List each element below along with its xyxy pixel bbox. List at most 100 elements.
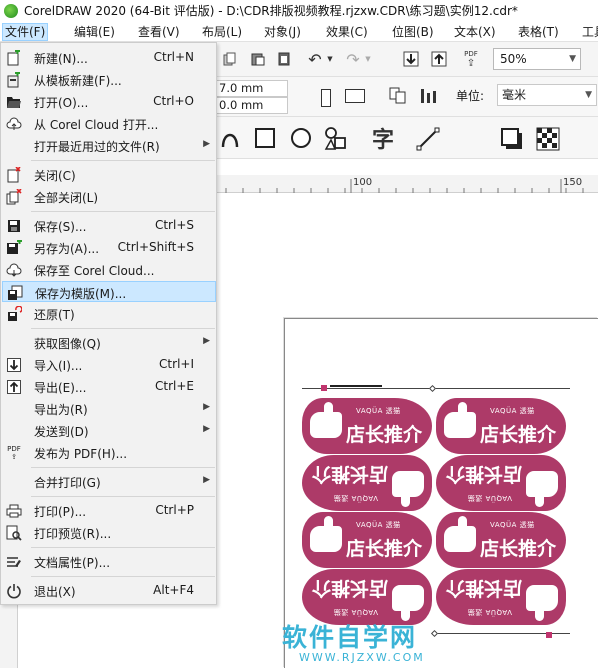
- new-doc-icon: [6, 50, 22, 66]
- revert-icon: [6, 306, 22, 322]
- menu-item-save-cloud[interactable]: 保存至 Corel Cloud...: [2, 259, 216, 280]
- copy-icon[interactable]: [222, 51, 238, 67]
- menu-item-close-all[interactable]: 全部关闭(L): [2, 186, 216, 207]
- menu-item-new[interactable]: 新建(N)... Ctrl+N: [2, 47, 216, 68]
- menu-bitmap[interactable]: 位图(B): [390, 23, 436, 41]
- clipboard-icon[interactable]: [276, 51, 292, 67]
- submenu-arrow-icon: ▶: [203, 139, 210, 149]
- menu-item-save-as[interactable]: 另存为(A)... Ctrl+Shift+S: [2, 237, 216, 258]
- menu-item-new-from-template[interactable]: 从模板新建(F)...: [2, 69, 216, 90]
- poster-tile[interactable]: VAQÜA 透猫 店长推介: [436, 398, 566, 454]
- portrait-page-icon[interactable]: [320, 88, 332, 108]
- bezier-tool-icon[interactable]: [218, 125, 242, 151]
- file-menu-dropdown: 新建(N)... Ctrl+N 从模板新建(F)... 打开(O)... Ctr…: [0, 42, 217, 605]
- menu-item-print[interactable]: 打印(P)... Ctrl+P: [2, 500, 216, 521]
- close-doc-icon: [6, 167, 22, 183]
- menu-table[interactable]: 表格(T): [516, 23, 561, 41]
- poster-brand: VAQÜA 透猫: [356, 407, 401, 415]
- menu-item-recent-files[interactable]: 打开最近用过的文件(R) ▶: [2, 135, 216, 156]
- menu-item-send-to[interactable]: 发送到(D) ▶: [2, 420, 216, 441]
- undo-dropdown-icon[interactable]: ▼: [326, 55, 334, 63]
- menu-file[interactable]: 文件(F): [2, 23, 49, 41]
- zoom-value: 50%: [500, 52, 527, 66]
- unit-select[interactable]: 毫米 ▼: [497, 84, 597, 106]
- thumbs-up-icon: [526, 585, 558, 611]
- poster-tile[interactable]: VAQÜA 透猫 店长推介: [436, 512, 566, 568]
- thumbs-up-icon: [526, 471, 558, 497]
- menu-item-export-for[interactable]: 导出为(R) ▶: [2, 398, 216, 419]
- redo-dropdown-icon[interactable]: ▼: [364, 55, 372, 63]
- menu-text[interactable]: 文本(X): [452, 23, 498, 41]
- selection-handle[interactable]: [321, 385, 327, 391]
- watermark-url: WWW.RJZXW.COM: [299, 651, 425, 664]
- menu-item-print-merge[interactable]: 合并打印(G) ▶: [2, 471, 216, 492]
- pdf-icon-label: PDF: [7, 445, 21, 453]
- all-pages-icon[interactable]: [388, 86, 408, 106]
- rectangle-tool-icon[interactable]: [252, 125, 278, 151]
- menu-item-save-as-template[interactable]: 保存为模版(M)...: [2, 281, 216, 302]
- menu-item-print-preview[interactable]: 打印预览(R)...: [2, 522, 216, 543]
- polygon-tool-icon[interactable]: [322, 125, 350, 153]
- object-width-field[interactable]: 7.0 mm: [216, 80, 288, 97]
- current-page-icon[interactable]: [418, 86, 438, 106]
- transparency-tool-icon[interactable]: [534, 125, 562, 153]
- submenu-arrow-icon: ▶: [203, 475, 210, 485]
- menu-separator: [31, 576, 215, 577]
- menu-edit[interactable]: 编辑(E): [72, 23, 117, 41]
- export-toolbar-icon[interactable]: [430, 50, 448, 68]
- menu-tools[interactable]: 工具: [580, 23, 598, 41]
- menu-item-acquire-image[interactable]: 获取图像(Q) ▶: [2, 332, 216, 353]
- thumbs-up-icon: [310, 402, 342, 438]
- menu-effects[interactable]: 效果(C): [324, 23, 370, 41]
- menu-view[interactable]: 查看(V): [136, 23, 182, 41]
- menu-item-export[interactable]: 导出(E)... Ctrl+E: [2, 376, 216, 397]
- menu-item-save[interactable]: 保存(S)... Ctrl+S: [2, 215, 216, 236]
- menu-layout[interactable]: 布局(L): [200, 23, 244, 41]
- menu-item-exit[interactable]: 退出(X) Alt+F4: [2, 580, 216, 601]
- template-new-icon: [6, 72, 22, 88]
- poster-tile[interactable]: VAQÜA 透猫 店长推介: [302, 398, 432, 454]
- thumbs-up-icon: [444, 402, 476, 438]
- menu-item-revert[interactable]: 还原(T): [2, 303, 216, 324]
- drop-shadow-tool-icon[interactable]: [498, 125, 526, 153]
- submenu-arrow-icon: ▶: [203, 424, 210, 434]
- submenu-arrow-icon: ▶: [203, 336, 210, 346]
- menu-item-publish-pdf[interactable]: PDF ⇪ 发布为 PDF(H)...: [2, 442, 216, 463]
- poster-tile-flipped[interactable]: VAQÜA 透猫 店长推介: [302, 455, 432, 511]
- poster-tile[interactable]: VAQÜA 透猫 店长推介: [302, 512, 432, 568]
- selection-handle[interactable]: [546, 632, 552, 638]
- coreldraw-logo-icon: [4, 3, 18, 18]
- menu-separator: [31, 467, 215, 468]
- landscape-page-icon[interactable]: [344, 86, 366, 106]
- title-bar: CorelDRAW 2020 (64-Bit 评估版) - D:\CDR排版视频…: [0, 0, 598, 21]
- horizontal-ruler[interactable]: 100 150: [216, 175, 598, 193]
- poster-slogan: 店长推介: [346, 424, 423, 446]
- poster-slogan: 店长推介: [346, 538, 423, 560]
- poster-tile-flipped[interactable]: VAQÜA 透猫 店长推介: [436, 455, 566, 511]
- menu-item-document-properties[interactable]: 文档属性(P)...: [2, 551, 216, 572]
- object-height-field[interactable]: 0.0 mm: [216, 97, 288, 114]
- poster-tile-flipped[interactable]: VAQÜA 透猫 店长推介: [436, 569, 566, 625]
- ellipse-tool-icon[interactable]: [288, 125, 314, 151]
- menu-item-open-cloud[interactable]: 从 Corel Cloud 打开...: [2, 113, 216, 134]
- vertical-ruler[interactable]: [0, 605, 18, 668]
- menu-separator: [31, 211, 215, 212]
- menu-item-close[interactable]: 关闭(C): [2, 164, 216, 185]
- export-icon: [6, 379, 22, 395]
- redo-icon[interactable]: ↷: [344, 50, 362, 69]
- zoom-level-select[interactable]: 50% ▼: [493, 48, 581, 70]
- chevron-down-icon: ▼: [569, 54, 576, 64]
- paste-icon[interactable]: [250, 51, 266, 67]
- cloud-save-icon: [6, 262, 22, 278]
- menu-item-open[interactable]: 打开(O)... Ctrl+O: [2, 91, 216, 112]
- menu-item-import[interactable]: 导入(I)... Ctrl+I: [2, 354, 216, 375]
- text-tool-icon[interactable]: 字: [368, 123, 398, 153]
- publish-pdf-icon[interactable]: PDF ⇪: [460, 48, 482, 70]
- unit-value: 毫米: [502, 88, 527, 102]
- line-tool-icon[interactable]: [414, 125, 442, 153]
- poster-tile-flipped[interactable]: VAQÜA 透猫 店长推介: [302, 569, 432, 625]
- menu-object[interactable]: 对象(J): [262, 23, 303, 41]
- import-toolbar-icon[interactable]: [402, 50, 420, 68]
- undo-icon[interactable]: ↶: [306, 50, 324, 69]
- menu-separator: [31, 328, 215, 329]
